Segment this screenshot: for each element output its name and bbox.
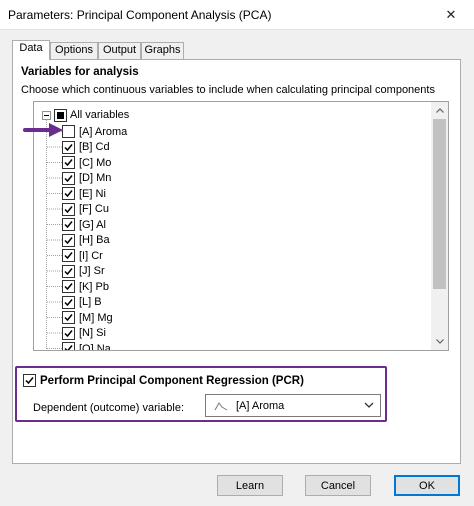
variable-checkbox[interactable] <box>62 171 75 185</box>
variable-checkbox[interactable] <box>62 249 75 262</box>
checkmark-icon <box>64 314 73 322</box>
vertical-scrollbar[interactable] <box>431 102 448 350</box>
list-item[interactable]: [F] Cu <box>62 202 109 217</box>
dependent-variable-value: [A] Aroma <box>236 399 285 412</box>
variable-label: [C] Mo <box>79 156 112 169</box>
checkmark-icon <box>64 159 73 167</box>
pcr-checkbox[interactable] <box>23 374 36 387</box>
dependent-variable-label: Dependent (outcome) variable: <box>33 402 185 414</box>
variable-label: [G] Al <box>79 218 106 231</box>
list-item[interactable]: [L] B <box>62 295 102 310</box>
continuous-variable-icon <box>214 401 228 410</box>
list-item[interactable]: [N] Si <box>62 326 106 341</box>
cancel-button[interactable]: Cancel <box>305 475 371 496</box>
variable-label: [M] Mg <box>79 311 113 324</box>
annotation-arrow-icon <box>23 123 63 137</box>
chevron-down-icon <box>435 339 444 344</box>
checkmark-icon <box>64 190 73 198</box>
list-item[interactable]: [K] Pb <box>62 279 109 294</box>
list-item[interactable]: [A] Aroma <box>62 124 127 139</box>
variables-description: Choose which continuous variables to inc… <box>21 84 435 96</box>
variable-checkbox[interactable] <box>62 218 75 231</box>
tab-graphs[interactable]: Graphs <box>141 42 184 59</box>
checkmark-icon <box>64 298 73 306</box>
checkmark-icon <box>64 221 73 229</box>
scroll-up-button[interactable] <box>431 102 448 119</box>
variable-label: [H] Ba <box>79 234 110 246</box>
variable-checkbox[interactable] <box>62 187 75 200</box>
tree-connector-lines <box>46 120 62 350</box>
pcr-checkbox-row[interactable]: Perform Principal Component Regression (… <box>23 374 304 387</box>
pcr-checkbox-label: Perform Principal Component Regression (… <box>40 374 304 387</box>
variable-label: [O] Na <box>79 342 111 351</box>
checkmark-icon <box>64 143 73 151</box>
checkmark-icon <box>64 236 73 244</box>
variable-checkbox[interactable] <box>62 264 75 278</box>
checkmark-icon <box>64 283 73 291</box>
tab-options[interactable]: Options <box>50 42 98 59</box>
variable-label: [D] Mn <box>79 172 112 184</box>
variable-label: [J] Sr <box>79 265 105 277</box>
checkmark-icon <box>64 329 73 337</box>
variables-heading: Variables for analysis <box>21 66 139 78</box>
variable-label: [B] Cd <box>79 141 110 153</box>
tab-output[interactable]: Output <box>98 42 141 59</box>
variable-label: [E] Ni <box>79 187 106 200</box>
chevron-down-icon <box>364 402 374 408</box>
list-item[interactable]: [D] Mn <box>62 171 111 186</box>
variable-checkbox[interactable] <box>62 311 75 324</box>
ok-button[interactable]: OK <box>394 475 460 496</box>
collapse-icon[interactable] <box>42 110 51 120</box>
variable-checkbox[interactable] <box>62 280 75 293</box>
list-item[interactable]: [M] Mg <box>62 310 113 325</box>
list-item[interactable]: [C] Mo <box>62 155 111 170</box>
checkmark-icon <box>64 174 73 182</box>
checkmark-icon <box>25 377 34 385</box>
close-button[interactable]: ✕ <box>428 0 474 30</box>
checkmark-icon <box>64 267 73 275</box>
variable-label: [N] Si <box>79 327 106 339</box>
variable-checkbox[interactable] <box>62 342 75 350</box>
list-item[interactable]: [E] Ni <box>62 186 106 201</box>
title-bar: Parameters: Principal Component Analysis… <box>0 0 474 30</box>
variable-checkbox[interactable] <box>62 140 75 154</box>
variables-tree-list[interactable]: All variables [A] Aroma [B] Cd [C] Mo [D] M… <box>33 101 449 351</box>
all-variables-label: All variables <box>70 109 130 121</box>
list-item[interactable]: [J] Sr <box>62 264 105 279</box>
list-item[interactable]: [I] Cr <box>62 248 103 263</box>
close-icon: ✕ <box>445 7 457 22</box>
variable-label: [L] B <box>79 296 102 308</box>
variable-checkbox[interactable] <box>62 295 75 309</box>
checkmark-icon <box>64 345 73 350</box>
scroll-thumb[interactable] <box>433 119 446 289</box>
list-item[interactable]: [H] Ba <box>62 233 110 248</box>
list-item[interactable]: [O] Na <box>62 341 111 351</box>
variable-checkbox[interactable] <box>62 202 75 216</box>
checkmark-icon <box>64 252 73 260</box>
tab-data[interactable]: Data <box>12 40 50 60</box>
pcr-highlight-box: Perform Principal Component Regression (… <box>15 366 387 422</box>
list-item[interactable]: [G] Al <box>62 217 106 232</box>
learn-button[interactable]: Learn <box>217 475 283 496</box>
window-title: Parameters: Principal Component Analysis… <box>8 8 272 22</box>
variable-checkbox[interactable] <box>62 233 75 247</box>
data-tab-panel: Variables for analysis Choose which cont… <box>12 59 461 464</box>
variable-label: [K] Pb <box>79 280 109 293</box>
variable-checkbox[interactable] <box>62 326 75 340</box>
checkmark-icon <box>64 205 73 213</box>
list-item[interactable]: [B] Cd <box>62 140 110 155</box>
variable-label: [F] Cu <box>79 203 109 215</box>
variable-label: [I] Cr <box>79 249 103 262</box>
scroll-down-button[interactable] <box>431 333 448 350</box>
variable-label: [A] Aroma <box>79 125 128 138</box>
dependent-variable-select[interactable]: [A] Aroma <box>205 394 381 417</box>
chevron-up-icon <box>435 108 444 113</box>
variable-checkbox[interactable] <box>62 156 75 169</box>
